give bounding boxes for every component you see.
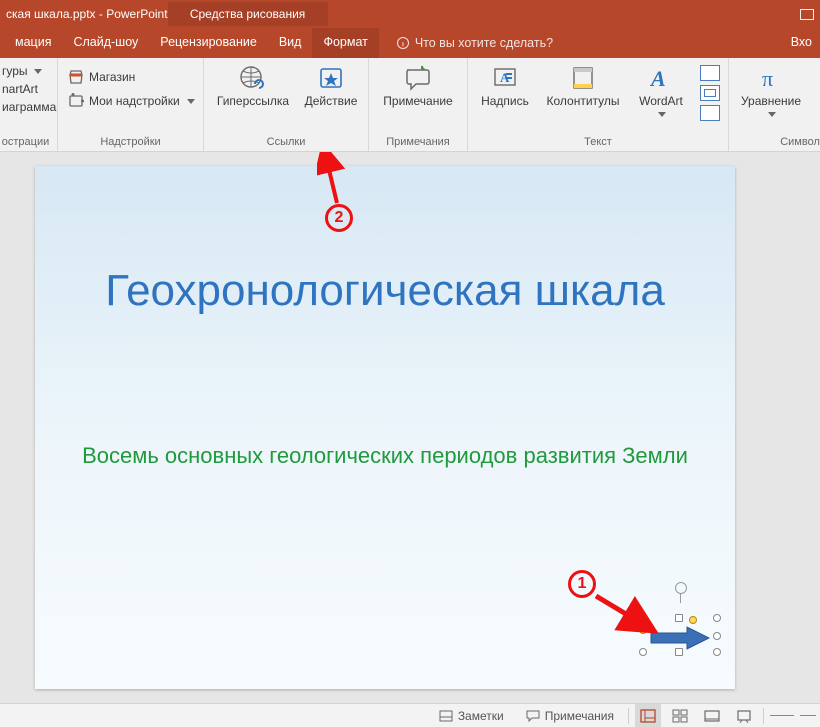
wordart-button[interactable]: A WordArt — [630, 61, 692, 117]
group-comments-label: Примечания — [375, 136, 461, 150]
tab-view[interactable]: Вид — [268, 28, 313, 58]
dropdown-icon — [658, 112, 666, 117]
slide-subtitle[interactable]: Восемь основных геологических периодов р… — [35, 442, 735, 471]
group-illustrations-label: острации — [0, 136, 51, 150]
status-bar: Заметки Примечания — [0, 703, 820, 727]
comments-icon — [526, 710, 540, 722]
ribbon: гуры nartArt иаграмма острации Магазин М… — [0, 58, 820, 152]
store-button[interactable]: Магазин — [64, 67, 139, 87]
tab-format[interactable]: Формат — [312, 28, 378, 58]
comment-label: Примечание — [383, 95, 452, 109]
textbox-icon: A — [489, 64, 521, 92]
window-title: ская шкала.pptx - PowerPoint — [6, 7, 168, 21]
headerfooter-icon — [567, 64, 599, 92]
symbol-button: Ω Символ — [811, 61, 820, 109]
globe-link-icon — [237, 64, 269, 92]
notes-icon — [439, 710, 453, 722]
annotation-marker-2: 2 — [325, 204, 353, 232]
tab-animation[interactable]: мация — [4, 28, 62, 58]
dropdown-icon — [187, 99, 195, 104]
tell-me-search[interactable]: Что вы хотите сделать? — [379, 28, 553, 58]
object-button[interactable] — [700, 105, 720, 121]
comments-label: Примечания — [545, 709, 614, 723]
notes-toggle[interactable]: Заметки — [431, 704, 512, 727]
comment-button[interactable]: Примечание — [375, 61, 461, 109]
resize-handle[interactable] — [713, 648, 721, 656]
textbox-label: Надпись — [481, 95, 529, 109]
notes-label: Заметки — [458, 709, 504, 723]
view-reading-button[interactable] — [699, 704, 725, 727]
comments-toggle[interactable]: Примечания — [518, 704, 622, 727]
hyperlink-label: Гиперссылка — [217, 95, 289, 109]
store-icon — [68, 69, 84, 85]
headerfooter-button[interactable]: Колонтитулы — [540, 61, 626, 109]
view-slideshow-button[interactable] — [731, 704, 757, 727]
shapes-button[interactable]: гуры — [0, 63, 58, 79]
wordart-label: WordArt — [639, 95, 683, 109]
svg-text:π: π — [762, 66, 773, 91]
slide-number-button[interactable] — [700, 85, 720, 101]
annotation-number: 2 — [335, 209, 344, 227]
window-restore-icon[interactable] — [800, 9, 814, 20]
wordart-icon: A — [645, 64, 677, 92]
textbox-button[interactable]: A Надпись — [474, 61, 536, 109]
zoom-out-button[interactable] — [770, 715, 794, 716]
store-label: Магазин — [89, 70, 135, 84]
resize-handle[interactable] — [713, 632, 721, 640]
hyperlink-button[interactable]: Гиперссылка — [210, 61, 296, 109]
slide-title[interactable]: Геохронологическая шкала — [35, 266, 735, 317]
shapes-label: гуры — [2, 64, 28, 78]
smartart-label: nartArt — [2, 82, 38, 96]
lightbulb-icon — [397, 37, 409, 49]
headerfooter-label: Колонтитулы — [546, 95, 619, 109]
pi-icon: π — [755, 64, 787, 92]
comment-icon — [402, 64, 434, 92]
chart-label: иаграмма — [2, 100, 56, 114]
status-divider — [763, 708, 764, 724]
group-links-label: Ссылки — [210, 136, 362, 150]
action-star-icon — [315, 64, 347, 92]
slide-canvas-area[interactable]: Геохронологическая шкала Восемь основных… — [0, 152, 820, 703]
adjust-handle[interactable] — [689, 616, 697, 624]
view-normal-button[interactable] — [635, 704, 661, 727]
group-addins-label: Надстройки — [64, 136, 197, 150]
equation-button[interactable]: π Уравнение — [735, 61, 807, 117]
resize-handle[interactable] — [675, 614, 683, 622]
group-text-label: Текст — [474, 136, 722, 150]
annotation-arrow-1 — [590, 590, 660, 640]
chart-button[interactable]: иаграмма — [0, 99, 58, 115]
annotation-number: 1 — [578, 575, 587, 593]
contextual-tab-label: Средства рисования — [168, 2, 328, 26]
resize-handle[interactable] — [713, 614, 721, 622]
group-symbols-label: Символы — [735, 136, 820, 150]
tell-me-placeholder: Что вы хотите сделать? — [415, 36, 553, 50]
dropdown-icon — [768, 112, 776, 117]
action-label: Действие — [305, 95, 358, 109]
svg-text:A: A — [649, 66, 666, 91]
sign-in-link[interactable]: Вхо — [791, 28, 816, 58]
annotation-arrow-2 — [317, 152, 347, 207]
equation-label: Уравнение — [741, 95, 801, 109]
date-time-button[interactable] — [700, 65, 720, 81]
zoom-slider[interactable] — [800, 715, 816, 716]
action-button[interactable]: Действие — [300, 61, 362, 109]
smartart-button[interactable]: nartArt — [0, 81, 58, 97]
my-addins-label: Мои надстройки — [89, 94, 180, 108]
dropdown-icon — [34, 69, 42, 74]
resize-handle[interactable] — [639, 648, 647, 656]
tab-slideshow[interactable]: Слайд-шоу — [62, 28, 149, 58]
status-divider — [628, 708, 629, 724]
addins-icon — [68, 93, 84, 109]
tab-review[interactable]: Рецензирование — [149, 28, 268, 58]
view-sorter-button[interactable] — [667, 704, 693, 727]
my-addins-button[interactable]: Мои надстройки — [64, 91, 199, 111]
rotation-handle[interactable] — [675, 582, 687, 603]
ribbon-tabs: мация Слайд-шоу Рецензирование Вид Форма… — [0, 28, 820, 58]
